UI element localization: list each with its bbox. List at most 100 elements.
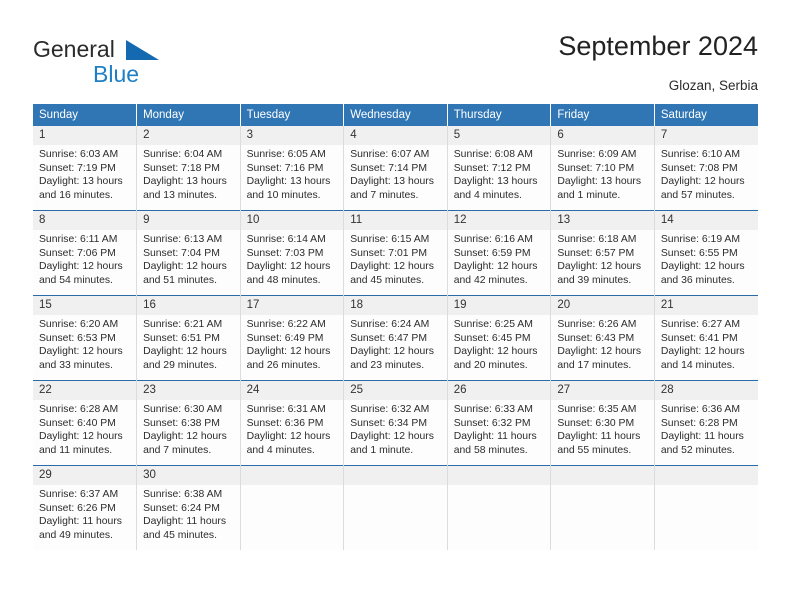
sunrise-text: Sunrise: 6:36 AM (660, 404, 741, 415)
sunset-text: Sunset: 6:38 PM (143, 417, 220, 429)
calendar-day-cell[interactable]: 30 Sunrise: 6:38 AM Sunset: 6:24 PM Dayl… (136, 465, 241, 550)
day-details: Sunrise: 6:07 AM Sunset: 7:14 PM Dayligh… (344, 145, 447, 202)
weekday-header-row: Sunday Monday Tuesday Wednesday Thursday… (33, 104, 758, 126)
day-number: 16 (137, 296, 240, 315)
calendar-day-cell[interactable]: 24 Sunrise: 6:31 AM Sunset: 6:36 PM Dayl… (240, 380, 345, 466)
daylight-text-line1: Daylight: 13 hours (557, 176, 642, 188)
calendar-day-cell[interactable]: 2 Sunrise: 6:04 AM Sunset: 7:18 PM Dayli… (136, 126, 241, 211)
calendar-day-cell[interactable]: 15 Sunrise: 6:20 AM Sunset: 6:53 PM Dayl… (33, 295, 138, 381)
calendar-day-cell[interactable]: 23 Sunrise: 6:30 AM Sunset: 6:38 PM Dayl… (136, 380, 241, 466)
sunrise-text: Sunrise: 6:27 AM (660, 319, 741, 330)
sunrise-text: Sunrise: 6:30 AM (143, 404, 223, 415)
day-number: 8 (33, 211, 137, 230)
day-number: 28 (654, 381, 758, 400)
calendar-day-cell[interactable]: 14 Sunrise: 6:19 AM Sunset: 6:55 PM Dayl… (654, 210, 758, 296)
sunrise-text: Sunrise: 6:21 AM (143, 319, 223, 330)
day-number: 29 (33, 466, 137, 485)
calendar-day-cell[interactable]: 10 Sunrise: 6:14 AM Sunset: 7:03 PM Dayl… (240, 210, 345, 296)
calendar-day-cell[interactable]: 12 Sunrise: 6:16 AM Sunset: 6:59 PM Dayl… (447, 210, 552, 296)
calendar-day-cell[interactable]: 11 Sunrise: 6:15 AM Sunset: 7:01 PM Dayl… (343, 210, 448, 296)
sunrise-text: Sunrise: 6:13 AM (143, 234, 223, 245)
sunrise-text: Sunrise: 6:35 AM (557, 404, 637, 415)
sunset-text: Sunset: 6:34 PM (350, 417, 428, 429)
sunset-text: Sunset: 6:41 PM (660, 332, 738, 344)
calendar-week-row: 15 Sunrise: 6:20 AM Sunset: 6:53 PM Dayl… (33, 295, 758, 381)
daylight-text-line2: and 20 minutes. (453, 359, 528, 371)
day-details (551, 485, 654, 488)
sunset-text: Sunset: 6:43 PM (557, 332, 635, 344)
day-details: Sunrise: 6:31 AM Sunset: 6:36 PM Dayligh… (241, 400, 344, 457)
calendar-day-cell[interactable]: 19 Sunrise: 6:25 AM Sunset: 6:45 PM Dayl… (447, 295, 552, 381)
daylight-text-line1: Daylight: 12 hours (246, 431, 331, 443)
calendar-day-cell[interactable]: 25 Sunrise: 6:32 AM Sunset: 6:34 PM Dayl… (343, 380, 448, 466)
day-number: 17 (240, 296, 344, 315)
daylight-text-line2: and 4 minutes. (453, 189, 522, 201)
daylight-text-line2: and 1 minute. (557, 189, 621, 201)
sunrise-text: Sunrise: 6:11 AM (39, 234, 118, 245)
calendar-day-cell[interactable]: 22 Sunrise: 6:28 AM Sunset: 6:40 PM Dayl… (33, 380, 138, 466)
calendar-day-cell[interactable]: 17 Sunrise: 6:22 AM Sunset: 6:49 PM Dayl… (240, 295, 345, 381)
day-details: Sunrise: 6:22 AM Sunset: 6:49 PM Dayligh… (241, 315, 344, 372)
daylight-text-line1: Daylight: 12 hours (39, 431, 123, 443)
brand-name-blue: Blue (93, 61, 140, 87)
calendar-day-cell[interactable]: 26 Sunrise: 6:33 AM Sunset: 6:32 PM Dayl… (447, 380, 552, 466)
day-number: 2 (137, 126, 240, 145)
daylight-text-line1: Daylight: 13 hours (143, 176, 227, 188)
calendar-day-cell[interactable]: 1 Sunrise: 6:03 AM Sunset: 7:19 PM Dayli… (33, 126, 138, 211)
daylight-text-line1: Daylight: 12 hours (350, 346, 434, 358)
calendar-day-cell[interactable]: 13 Sunrise: 6:18 AM Sunset: 6:57 PM Dayl… (550, 210, 655, 296)
brand-triangle-icon (126, 40, 159, 60)
day-details: Sunrise: 6:04 AM Sunset: 7:18 PM Dayligh… (137, 145, 240, 202)
calendar-day-cell[interactable]: 4 Sunrise: 6:07 AM Sunset: 7:14 PM Dayli… (343, 126, 448, 211)
day-details: Sunrise: 6:38 AM Sunset: 6:24 PM Dayligh… (137, 485, 240, 542)
calendar-day-cell[interactable]: 27 Sunrise: 6:35 AM Sunset: 6:30 PM Dayl… (550, 380, 655, 466)
calendar-day-cell (343, 465, 448, 550)
daylight-text-line2: and 1 minute. (350, 444, 414, 456)
sunrise-text: Sunrise: 6:33 AM (453, 404, 533, 415)
sunset-text: Sunset: 6:30 PM (557, 417, 635, 429)
calendar-day-cell[interactable]: 28 Sunrise: 6:36 AM Sunset: 6:28 PM Dayl… (654, 380, 758, 466)
day-details: Sunrise: 6:35 AM Sunset: 6:30 PM Dayligh… (551, 400, 654, 457)
day-details: Sunrise: 6:28 AM Sunset: 6:40 PM Dayligh… (33, 400, 136, 457)
day-details (655, 485, 758, 488)
daylight-text-line2: and 48 minutes. (246, 274, 321, 286)
sunset-text: Sunset: 7:16 PM (246, 162, 324, 174)
calendar-day-cell[interactable]: 18 Sunrise: 6:24 AM Sunset: 6:47 PM Dayl… (343, 295, 448, 381)
daylight-text-line1: Daylight: 12 hours (39, 261, 123, 273)
day-details: Sunrise: 6:18 AM Sunset: 6:57 PM Dayligh… (551, 230, 654, 287)
sunrise-text: Sunrise: 6:14 AM (246, 234, 326, 245)
calendar-day-cell[interactable]: 16 Sunrise: 6:21 AM Sunset: 6:51 PM Dayl… (136, 295, 241, 381)
calendar-day-cell[interactable]: 8 Sunrise: 6:11 AM Sunset: 7:06 PM Dayli… (33, 210, 138, 296)
day-details: Sunrise: 6:32 AM Sunset: 6:34 PM Dayligh… (344, 400, 447, 457)
calendar-day-cell[interactable]: 21 Sunrise: 6:27 AM Sunset: 6:41 PM Dayl… (654, 295, 758, 381)
calendar-day-cell[interactable]: 29 Sunrise: 6:37 AM Sunset: 6:26 PM Dayl… (33, 465, 138, 550)
sunset-text: Sunset: 7:08 PM (660, 162, 738, 174)
day-number: 4 (344, 126, 447, 145)
calendar-day-cell[interactable]: 7 Sunrise: 6:10 AM Sunset: 7:08 PM Dayli… (654, 126, 758, 211)
daylight-text-line1: Daylight: 12 hours (660, 261, 745, 273)
sunset-text: Sunset: 6:53 PM (39, 332, 116, 344)
day-number: 19 (447, 296, 551, 315)
daylight-text-line2: and 23 minutes. (350, 359, 425, 371)
calendar-day-cell[interactable]: 6 Sunrise: 6:09 AM Sunset: 7:10 PM Dayli… (550, 126, 655, 211)
brand-logo[interactable]: General Blue (33, 36, 233, 92)
calendar-day-cell[interactable]: 3 Sunrise: 6:05 AM Sunset: 7:16 PM Dayli… (240, 126, 345, 211)
calendar-day-cell (447, 465, 552, 550)
calendar-day-cell[interactable]: 20 Sunrise: 6:26 AM Sunset: 6:43 PM Dayl… (550, 295, 655, 381)
daylight-text-line2: and 42 minutes. (453, 274, 528, 286)
calendar-day-cell[interactable]: 9 Sunrise: 6:13 AM Sunset: 7:04 PM Dayli… (136, 210, 241, 296)
sunrise-sunset-calendar: Sunday Monday Tuesday Wednesday Thursday… (33, 104, 758, 550)
day-number: 9 (137, 211, 240, 230)
day-details: Sunrise: 6:16 AM Sunset: 6:59 PM Dayligh… (448, 230, 551, 287)
calendar-page: General Blue September 2024 Glozan, Serb… (0, 0, 792, 612)
daylight-text-line1: Daylight: 12 hours (143, 431, 227, 443)
sunrise-text: Sunrise: 6:31 AM (246, 404, 326, 415)
weekday-header-monday: Monday (136, 104, 241, 126)
day-details: Sunrise: 6:27 AM Sunset: 6:41 PM Dayligh… (655, 315, 758, 372)
calendar-day-cell[interactable]: 5 Sunrise: 6:08 AM Sunset: 7:12 PM Dayli… (447, 126, 552, 211)
sunrise-text: Sunrise: 6:03 AM (39, 149, 119, 160)
daylight-text-line1: Daylight: 12 hours (453, 261, 538, 273)
sunset-text: Sunset: 6:36 PM (246, 417, 324, 429)
day-number: 6 (551, 126, 654, 145)
daylight-text-line2: and 36 minutes. (660, 274, 735, 286)
